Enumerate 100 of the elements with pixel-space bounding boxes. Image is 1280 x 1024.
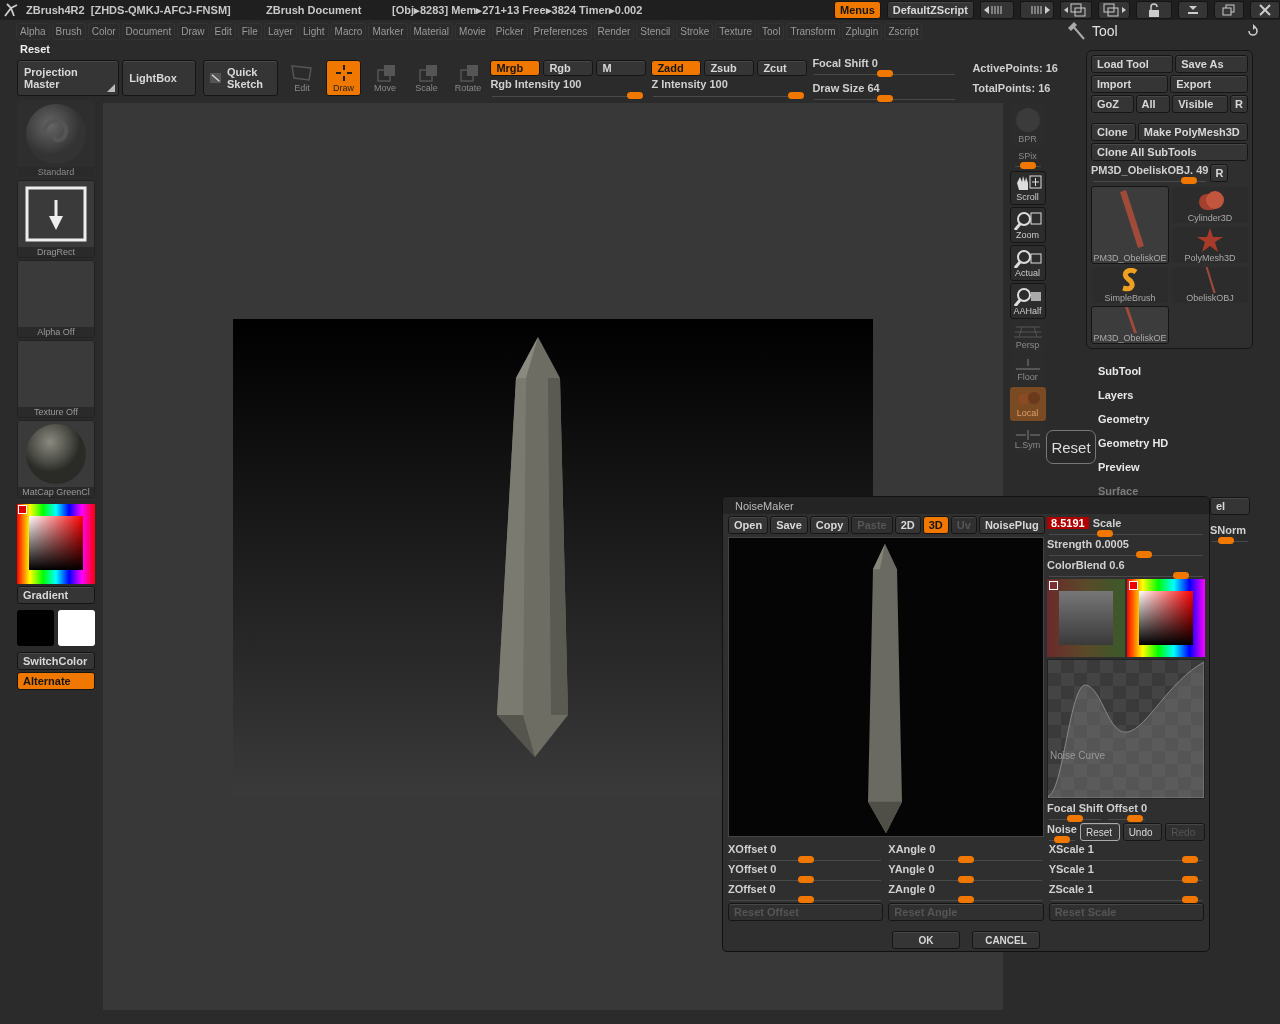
slider-thumb[interactable] <box>1173 572 1190 579</box>
menu-item[interactable]: Document <box>121 22 176 40</box>
draw-size-slider[interactable]: Draw Size 64 <box>812 81 958 100</box>
transform-slider[interactable]: ZAngle 0 <box>888 883 1044 901</box>
color-blend-slider[interactable]: ColorBlend 0.6 <box>1047 558 1205 577</box>
slider-thumb[interactable] <box>876 70 893 77</box>
transform-slider[interactable]: YScale 1 <box>1048 863 1204 881</box>
dialog-toolbar-button[interactable]: Open <box>728 516 769 534</box>
menu-item[interactable]: Preferences <box>529 22 592 40</box>
noise-curve-graph[interactable]: Noise Curve <box>1047 659 1205 799</box>
sculpt-mode-button[interactable]: Zcut <box>757 59 808 76</box>
dialog-toolbar-button[interactable]: 2D <box>894 516 921 534</box>
menu-item[interactable]: Zplugin <box>841 22 883 40</box>
close-button[interactable] <box>1250 1 1280 19</box>
slider-thumb[interactable] <box>1181 876 1198 884</box>
scroll-left-button[interactable] <box>980 1 1014 19</box>
dialog-button[interactable]: Reset <box>1079 823 1120 841</box>
dialog-toolbar-button[interactable]: Save <box>770 516 808 534</box>
cancel-button[interactable]: CANCEL <box>972 931 1040 949</box>
tool-palette-button[interactable]: Clone <box>1091 123 1136 141</box>
slider-thumb[interactable] <box>797 856 814 864</box>
menu-item[interactable]: Stencil <box>636 22 675 40</box>
menu-item[interactable]: Movie <box>455 22 490 40</box>
tool-thumbnail[interactable]: PM3D_ObeliskOE <box>1091 186 1169 264</box>
zoom-button[interactable]: Zoom <box>1009 207 1046 243</box>
tool-palette-button[interactable]: Make PolyMesh3D <box>1137 123 1248 141</box>
menu-item[interactable]: Layer <box>263 22 297 40</box>
dialog-toolbar-button[interactable]: 3D <box>922 516 949 534</box>
color-swatch[interactable] <box>17 610 54 646</box>
tool-palette-button[interactable]: GoZ <box>1091 95 1134 113</box>
slider-thumb[interactable] <box>958 896 974 904</box>
slider-thumb[interactable] <box>1127 815 1144 822</box>
scroll-button[interactable]: Scroll <box>1009 171 1046 205</box>
menu-item[interactable]: File <box>237 22 262 40</box>
tool-palette-button[interactable]: Import <box>1091 75 1169 93</box>
normal-slider[interactable]: SNorm <box>1210 523 1250 542</box>
sculpt-mode-button[interactable]: Zsub <box>704 59 755 76</box>
lightbox-button[interactable]: LightBox <box>122 60 196 96</box>
menu-item[interactable]: Material <box>409 22 454 40</box>
layout-button[interactable] <box>1098 1 1130 19</box>
color-picker[interactable] <box>1127 579 1205 657</box>
slider-thumb[interactable] <box>627 91 644 99</box>
color-picker[interactable] <box>17 504 95 584</box>
stroke-slot[interactable]: DragRect <box>17 180 95 258</box>
subtool-slider[interactable]: PM3D_ObeliskOBJ. 49 <box>1091 163 1209 182</box>
tool-palette-button[interactable]: R <box>1230 95 1248 113</box>
slider-thumb[interactable] <box>958 856 974 864</box>
subpalette-header[interactable]: Geometry <box>1098 407 1280 431</box>
subpalette-header[interactable]: Geometry HD <box>1098 431 1280 455</box>
focal-shift-slider[interactable]: Focal Shift 0 <box>812 56 958 75</box>
tool-palette-button[interactable]: Load Tool <box>1091 55 1174 73</box>
sculpt-mode-button[interactable]: Zadd <box>651 59 702 76</box>
menu-item[interactable]: Edit <box>210 22 236 40</box>
material-slot[interactable]: MatCap GreenCl <box>17 420 95 498</box>
slider-thumb[interactable] <box>1218 537 1234 544</box>
menu-item[interactable]: Color <box>87 22 120 40</box>
menu-item[interactable]: Zscript <box>884 22 923 40</box>
transform-slider[interactable]: XOffset 0 <box>728 843 884 861</box>
menu-item[interactable]: Alpha <box>16 22 50 40</box>
tool-palette-button[interactable]: Visible <box>1172 95 1228 113</box>
ok-button[interactable]: OK <box>892 931 960 949</box>
transform-slider[interactable]: ZOffset 0 <box>728 883 884 901</box>
tool-button[interactable]: Draw <box>326 60 361 96</box>
slider-thumb[interactable] <box>797 876 814 884</box>
palette-button[interactable]: el <box>1210 497 1250 515</box>
transform-slider[interactable]: YOffset 0 <box>728 863 884 881</box>
noise-amount-slider[interactable]: Noise <box>1047 822 1077 841</box>
tool-palette-button[interactable]: All <box>1135 95 1171 113</box>
actual-button[interactable]: Actual <box>1009 245 1046 281</box>
switch-color-button[interactable]: SwitchColor <box>17 652 95 670</box>
menu-item[interactable]: Stroke <box>676 22 714 40</box>
color-mode-button[interactable]: Mrgb <box>490 59 541 76</box>
tool-palette-button[interactable]: R <box>1210 163 1229 182</box>
scroll-right-button[interactable] <box>1020 1 1054 19</box>
restore-button[interactable] <box>1214 1 1244 19</box>
menu-item[interactable]: Transform <box>786 22 840 40</box>
tool-palette-button[interactable]: Clone All SubTools <box>1091 143 1248 161</box>
gradient-button[interactable]: Gradient <box>17 586 95 604</box>
offset-slider[interactable]: Offset 0 <box>1106 801 1148 820</box>
empty-slot[interactable]: Alpha Off <box>17 260 95 338</box>
transform-slider[interactable]: YAngle 0 <box>888 863 1044 881</box>
subpalette-header[interactable]: SubTool <box>1098 359 1280 383</box>
alternate-toggle[interactable]: Alternate <box>17 672 95 690</box>
scale-value-field[interactable]: 8.5191 <box>1047 516 1089 529</box>
aahalf-button[interactable]: AAHalf <box>1009 283 1046 319</box>
slider-thumb[interactable] <box>788 91 805 99</box>
transform-slider[interactable]: XAngle 0 <box>888 843 1044 861</box>
tool-palette-button[interactable]: Save As <box>1175 55 1248 73</box>
slider-thumb[interactable] <box>1181 896 1198 904</box>
menu-item[interactable]: Draw <box>177 22 209 40</box>
quick-sketch-button[interactable]: Quick Sketch <box>202 60 278 96</box>
menu-item[interactable]: Macro <box>330 22 367 40</box>
color-mode-button[interactable]: M <box>596 59 647 76</box>
menu-item[interactable]: Light <box>298 22 329 40</box>
menu-item[interactable]: Brush <box>51 22 86 40</box>
rgb-intensity-slider[interactable]: Rgb Intensity 100 <box>490 77 646 97</box>
slider-thumb[interactable] <box>1180 177 1197 184</box>
slider-thumb[interactable] <box>1067 815 1084 822</box>
slider-thumb[interactable] <box>1181 856 1198 864</box>
z-intensity-slider[interactable]: Z Intensity 100 <box>651 77 807 97</box>
